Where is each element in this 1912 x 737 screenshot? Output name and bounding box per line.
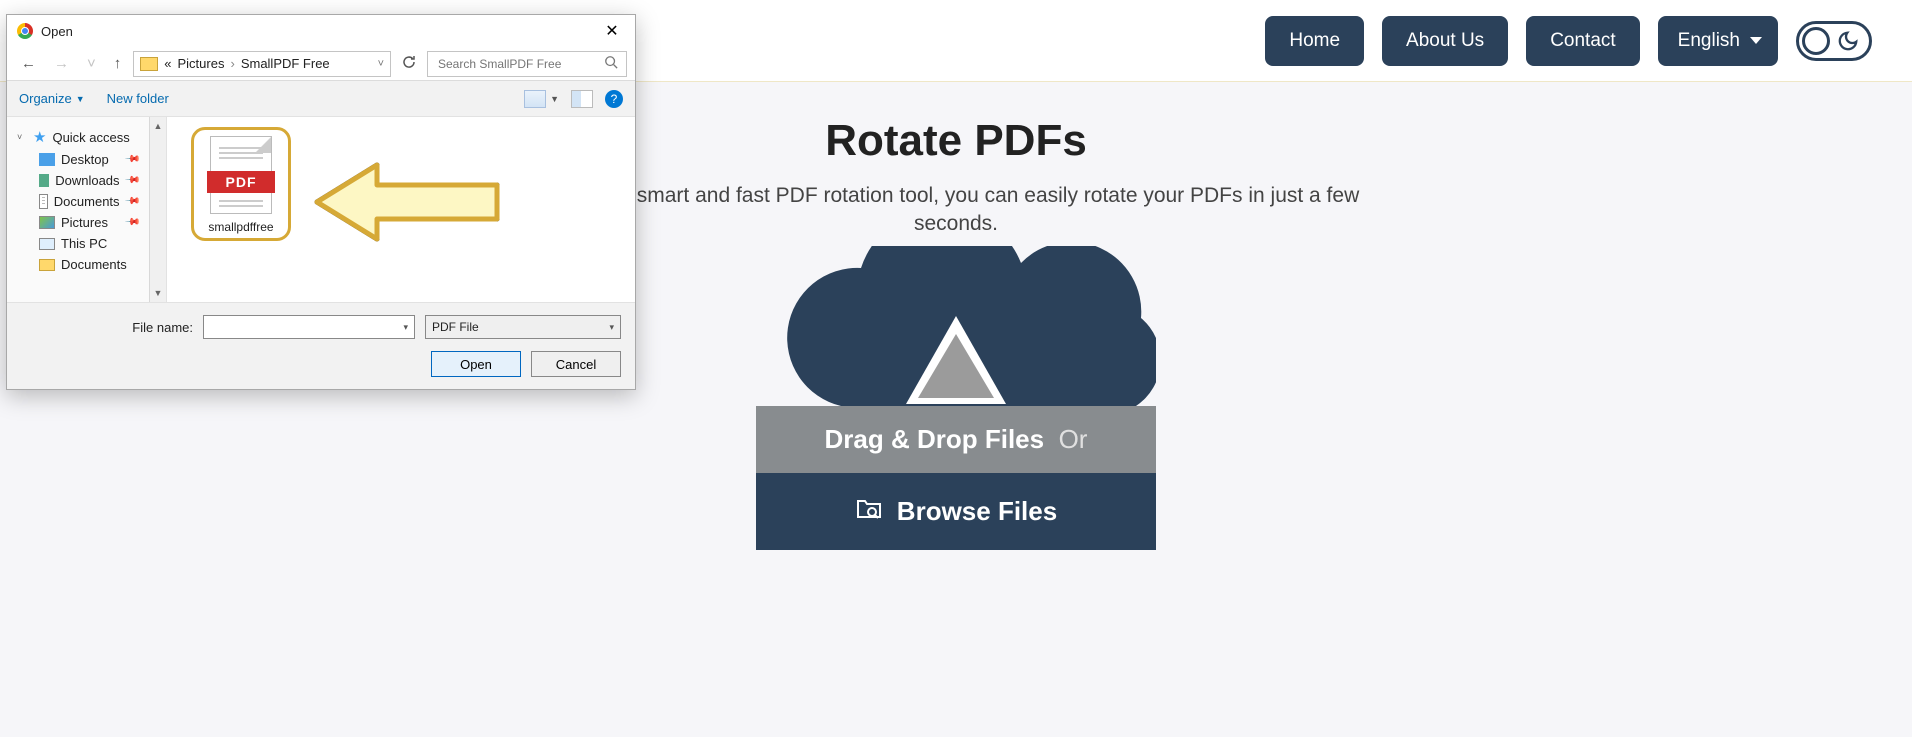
organize-label: Organize <box>19 91 72 106</box>
dialog-body: ˅★ Quick access Desktop 📌 Downloads 📌 Do… <box>7 117 635 302</box>
star-icon: ★ <box>33 128 46 146</box>
nav-home-button[interactable]: Home <box>1265 16 1364 66</box>
nav-recent-button[interactable]: ˅ <box>81 51 102 76</box>
dropdown-caret-icon[interactable]: ▼ <box>550 94 559 104</box>
scroll-up-icon[interactable]: ▲ <box>150 117 166 135</box>
help-button[interactable]: ? <box>605 90 623 108</box>
moon-icon <box>1837 30 1859 57</box>
sidebar-label: Pictures <box>61 215 108 230</box>
drag-drop-label: Drag & Drop Files <box>825 424 1045 454</box>
folder-search-icon <box>855 495 883 528</box>
cloud-icon <box>756 246 1156 406</box>
file-list-area[interactable]: PDF smallpdffree <box>167 117 635 302</box>
documents-icon <box>39 194 48 209</box>
view-options-button[interactable] <box>524 90 546 108</box>
pin-icon: 📌 <box>123 151 140 168</box>
chrome-icon <box>17 23 33 39</box>
sidebar-pictures[interactable]: Pictures 📌 <box>13 212 162 233</box>
cancel-button[interactable]: Cancel <box>531 351 621 377</box>
upload-widget: Drag & Drop Files Or Browse Files <box>756 246 1156 550</box>
open-button[interactable]: Open <box>431 351 521 377</box>
sidebar-this-pc[interactable]: This PC <box>13 233 162 254</box>
breadcrumb-root: « <box>164 56 171 71</box>
drag-drop-or-text: Or <box>1059 424 1088 454</box>
pin-icon: 📌 <box>123 214 140 231</box>
file-item-smallpdffree[interactable]: PDF smallpdffree <box>191 127 291 241</box>
pictures-icon <box>39 216 55 229</box>
language-selector[interactable]: English <box>1658 16 1778 66</box>
desktop-icon <box>39 153 55 166</box>
pc-icon <box>39 238 55 250</box>
dropdown-caret-icon[interactable]: ▾ <box>403 322 408 333</box>
file-name-label: smallpdffree <box>196 220 286 234</box>
nav-contact-button[interactable]: Contact <box>1526 16 1639 66</box>
sidebar-label: Documents <box>54 194 120 209</box>
nav-back-button[interactable]: ← <box>15 51 42 76</box>
refresh-button[interactable] <box>397 50 421 77</box>
dialog-toolbar: Organize ▼ New folder ▼ ? <box>7 81 635 117</box>
dropdown-caret-icon: ▾ <box>609 322 614 333</box>
drag-drop-or <box>1051 424 1058 454</box>
nav-up-button[interactable]: ↑ <box>108 51 128 76</box>
sidebar-label: Desktop <box>61 152 109 167</box>
nav-forward-button[interactable]: → <box>48 51 75 76</box>
address-bar[interactable]: « Pictures › SmallPDF Free ˅ <box>133 51 391 77</box>
pin-icon: 📌 <box>123 193 140 210</box>
pdf-file-icon: PDF <box>210 136 272 214</box>
search-input[interactable] <box>436 56 586 72</box>
breadcrumb-current[interactable]: SmallPDF Free <box>241 56 330 71</box>
sidebar-scrollbar[interactable]: ▲ ▼ <box>149 117 166 302</box>
pdf-badge: PDF <box>207 171 275 193</box>
new-folder-button[interactable]: New folder <box>107 91 169 106</box>
sidebar-documents[interactable]: Documents 📌 <box>13 191 162 212</box>
file-type-label: PDF File <box>432 320 479 334</box>
dialog-title: Open <box>41 24 73 39</box>
dropdown-caret-icon: ▼ <box>76 94 85 104</box>
sidebar-label: Documents <box>61 257 127 272</box>
sidebar-documents-2[interactable]: Documents <box>13 254 162 275</box>
dialog-titlebar: Open ✕ <box>7 15 635 47</box>
pin-icon: 📌 <box>123 172 140 189</box>
dialog-footer: File name: ▾ PDF File ▾ Open Cancel <box>7 302 635 389</box>
annotation-arrow-icon <box>307 157 507 250</box>
dialog-nav-bar: ← → ˅ ↑ « Pictures › SmallPDF Free ˅ <box>7 47 635 81</box>
toggle-knob <box>1802 27 1830 55</box>
browse-files-button[interactable]: Browse Files <box>756 473 1156 550</box>
browse-files-label: Browse Files <box>897 496 1057 527</box>
breadcrumb-sep-icon: › <box>230 56 234 71</box>
sidebar-label: Downloads <box>55 173 119 188</box>
sidebar: ˅★ Quick access Desktop 📌 Downloads 📌 Do… <box>7 117 167 302</box>
drag-drop-band[interactable]: Drag & Drop Files Or <box>756 406 1156 473</box>
breadcrumb-pictures[interactable]: Pictures <box>178 56 225 71</box>
sidebar-downloads[interactable]: Downloads 📌 <box>13 170 162 191</box>
nav-about-button[interactable]: About Us <box>1382 16 1508 66</box>
downloads-icon <box>39 174 49 187</box>
search-box[interactable] <box>427 51 627 77</box>
language-label: English <box>1678 30 1740 52</box>
chevron-down-icon <box>1750 37 1762 44</box>
sidebar-desktop[interactable]: Desktop 📌 <box>13 149 162 170</box>
search-icon <box>604 55 618 72</box>
theme-toggle[interactable] <box>1796 21 1872 61</box>
file-type-combo[interactable]: PDF File ▾ <box>425 315 621 339</box>
preview-pane-button[interactable] <box>571 90 593 108</box>
close-button[interactable]: ✕ <box>589 15 635 47</box>
scroll-down-icon[interactable]: ▼ <box>150 284 166 302</box>
file-name-label: File name: <box>132 320 193 335</box>
organize-button[interactable]: Organize ▼ <box>19 91 85 106</box>
sidebar-label: This PC <box>61 236 107 251</box>
folder-icon <box>39 259 55 271</box>
file-open-dialog: Open ✕ ← → ˅ ↑ « Pictures › SmallPDF Fre… <box>6 14 636 390</box>
sidebar-label: Quick access <box>52 130 129 145</box>
file-name-input[interactable]: ▾ <box>203 315 415 339</box>
sidebar-quick-access[interactable]: ˅★ Quick access <box>13 125 162 149</box>
folder-icon <box>140 57 158 71</box>
address-dropdown-icon[interactable]: ˅ <box>378 58 384 70</box>
